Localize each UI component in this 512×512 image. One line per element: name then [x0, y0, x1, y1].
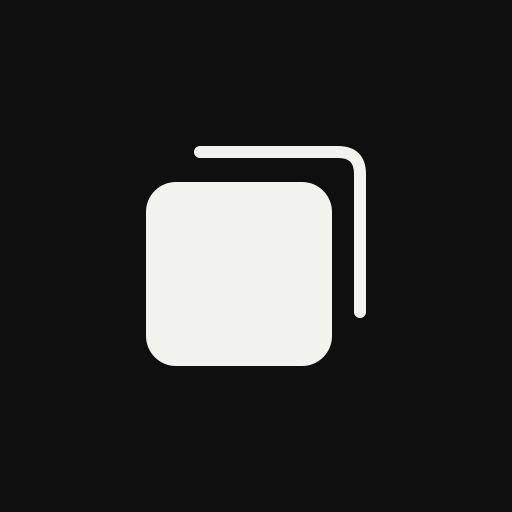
copy-icon: [0, 0, 512, 512]
copy-front-square: [146, 182, 332, 366]
app-icon-canvas: [0, 0, 512, 512]
